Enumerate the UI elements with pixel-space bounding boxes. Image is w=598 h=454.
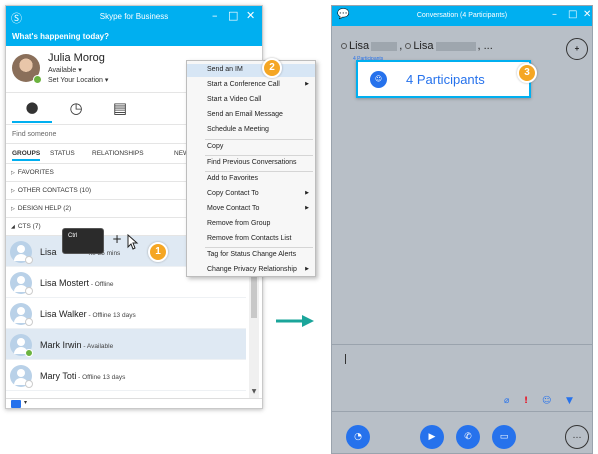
filter-status[interactable]: STATUS (50, 150, 75, 157)
menu-remove-from-group[interactable]: Remove from Group (187, 218, 315, 231)
menu-copy[interactable]: Copy (187, 141, 315, 154)
presence-offline-icon (25, 287, 33, 295)
scroll-down-icon[interactable]: ▼ (249, 388, 259, 398)
skype-window-title: Skype for Business (99, 12, 169, 21)
chevron-down-icon: ◢ (11, 224, 15, 230)
presence-offline-icon (405, 43, 412, 50)
presence-offline-icon (25, 256, 33, 264)
menu-find-previous-conversations[interactable]: Find Previous Conversations (187, 157, 315, 170)
group-label: DESIGN HELP (2) (17, 205, 72, 212)
contact-row[interactable]: Mary Toti - Offline 13 days (6, 360, 246, 391)
maximize-icon[interactable]: □ (568, 9, 577, 20)
menu-start-video-call[interactable]: Start a Video Call (187, 94, 315, 107)
participants-button[interactable]: ☺ 4 Participants (356, 60, 531, 98)
person-icon: ● (25, 98, 39, 116)
chevron-right-icon: ▶ (305, 205, 309, 211)
text-caret (345, 354, 346, 364)
conversation-title-bar: 💬 Conversation (4 Participants) – □ ✕ (332, 6, 592, 26)
video-icon[interactable]: ▶ (420, 425, 444, 449)
chat-icon[interactable]: ◔ (346, 425, 370, 449)
people-icon: ☺ (370, 71, 387, 88)
maximize-icon[interactable]: □ (228, 9, 238, 22)
skype-title-bar: Ⓢ Skype for Business – □ ✕ What's happen… (6, 6, 262, 46)
calendar-icon: ▤ (112, 99, 128, 117)
contact-name: Mark Irwin - Available (40, 340, 114, 350)
contact-name: Lisa Walker - Offline 13 days (40, 309, 136, 319)
chevron-right-icon: ▷ (11, 170, 15, 176)
message-compose-area[interactable]: ⌀ ! ☺ ▼ (332, 344, 592, 411)
plus-icon: + (112, 232, 123, 246)
conversation-window: 💬 Conversation (4 Participants) – □ ✕ Li… (331, 5, 593, 454)
history-tab[interactable]: ◷ (56, 93, 96, 123)
filter-groups[interactable]: GROUPS (12, 150, 41, 161)
chevron-right-icon: ▶ (305, 190, 309, 196)
chevron-right-icon: ▷ (11, 188, 15, 194)
clock-icon: ◷ (69, 99, 83, 117)
participants-label: 4 Participants (406, 72, 485, 87)
user-name: Julia Morog (48, 52, 105, 64)
minimize-icon[interactable]: – (552, 9, 557, 20)
phone-icon[interactable]: ✆ (456, 425, 480, 449)
contact-name: Lisa Mostert - Offline (40, 278, 114, 288)
menu-start-conference-call[interactable]: Start a Conference Call ▶ (187, 79, 315, 92)
location-dropdown[interactable]: Set Your Location ▾ (48, 76, 108, 84)
participants-names: Lisa, Lisa, ... (341, 40, 493, 52)
menu-move-contact-to[interactable]: Move Contact To ▶ (187, 203, 315, 216)
add-person-icon[interactable]: + (566, 38, 588, 60)
minimize-icon[interactable]: – (212, 9, 218, 22)
ctrl-key-tooltip: Ctrl (62, 228, 104, 254)
close-icon[interactable]: ✕ (583, 9, 591, 20)
menu-schedule-meeting[interactable]: Schedule a Meeting (187, 124, 315, 137)
contacts-tab[interactable]: ● (12, 93, 52, 123)
menu-tag-status-alerts[interactable]: Tag for Status Change Alerts (187, 249, 315, 262)
group-label: OTHER CONTACTS (10) (17, 187, 92, 194)
chevron-down-icon[interactable]: ▾ (24, 399, 27, 406)
arrow-right-icon (276, 315, 314, 327)
redacted-name (371, 41, 398, 51)
contact-row[interactable]: Mark Irwin - Available (6, 329, 246, 360)
presence-available-icon (33, 75, 42, 84)
menu-separator (205, 247, 313, 248)
menu-separator (205, 171, 313, 172)
group-label: CTS (7) (17, 223, 41, 230)
step-badge-3: 3 (517, 63, 537, 83)
whats-happening-input[interactable]: What's happening today? (12, 32, 109, 41)
contact-context-menu: Send an IM Start a Conference Call ▶ Star… (186, 60, 316, 277)
step-badge-1: 1 (148, 242, 168, 262)
filter-relationships[interactable]: RELATIONSHIPS (92, 150, 144, 157)
presence-offline-icon (25, 318, 33, 326)
send-options-icon[interactable]: ▼ (566, 396, 573, 406)
ellipsis-icon[interactable]: … (565, 425, 589, 449)
redacted-name (435, 41, 476, 51)
menu-separator (205, 155, 313, 156)
presence-offline-icon (341, 43, 347, 50)
group-label: FAVORITES (17, 169, 54, 176)
status-bar: ▾ (6, 398, 262, 408)
conversation-toolbar: ◔ ▶ ✆ ▭ … (332, 411, 592, 453)
attach-icon[interactable]: ⌀ (504, 396, 509, 406)
contact-row[interactable]: Lisa Walker - Offline 13 days (6, 298, 246, 329)
emoticon-icon[interactable]: ☺ (542, 396, 551, 406)
menu-change-privacy[interactable]: Change Privacy Relationship ▶ (187, 264, 315, 277)
presence-offline-icon (25, 380, 33, 388)
chevron-right-icon: ▷ (11, 206, 15, 212)
chevron-right-icon: ▶ (305, 266, 309, 272)
chevron-right-icon: ▶ (305, 81, 309, 87)
menu-add-to-favorites[interactable]: Add to Favorites (187, 173, 315, 186)
menu-send-im[interactable]: Send an IM (187, 64, 315, 77)
device-icon[interactable] (11, 400, 21, 408)
meetings-tab[interactable]: ▤ (100, 93, 140, 123)
mouse-cursor-icon (127, 234, 139, 250)
status-dropdown[interactable]: Available ▾ (48, 66, 82, 74)
contact-name: Mary Toti - Offline 13 days (40, 371, 126, 381)
presence-available-icon (25, 349, 33, 357)
menu-copy-contact-to[interactable]: Copy Contact To ▶ (187, 188, 315, 201)
menu-remove-from-contacts[interactable]: Remove from Contacts List (187, 233, 315, 246)
menu-separator (205, 139, 313, 140)
important-icon[interactable]: ! (524, 396, 528, 406)
menu-send-email[interactable]: Send an Email Message (187, 109, 315, 122)
step-badge-2: 2 (262, 58, 282, 78)
monitor-icon[interactable]: ▭ (492, 425, 516, 449)
close-icon[interactable]: ✕ (246, 9, 255, 22)
